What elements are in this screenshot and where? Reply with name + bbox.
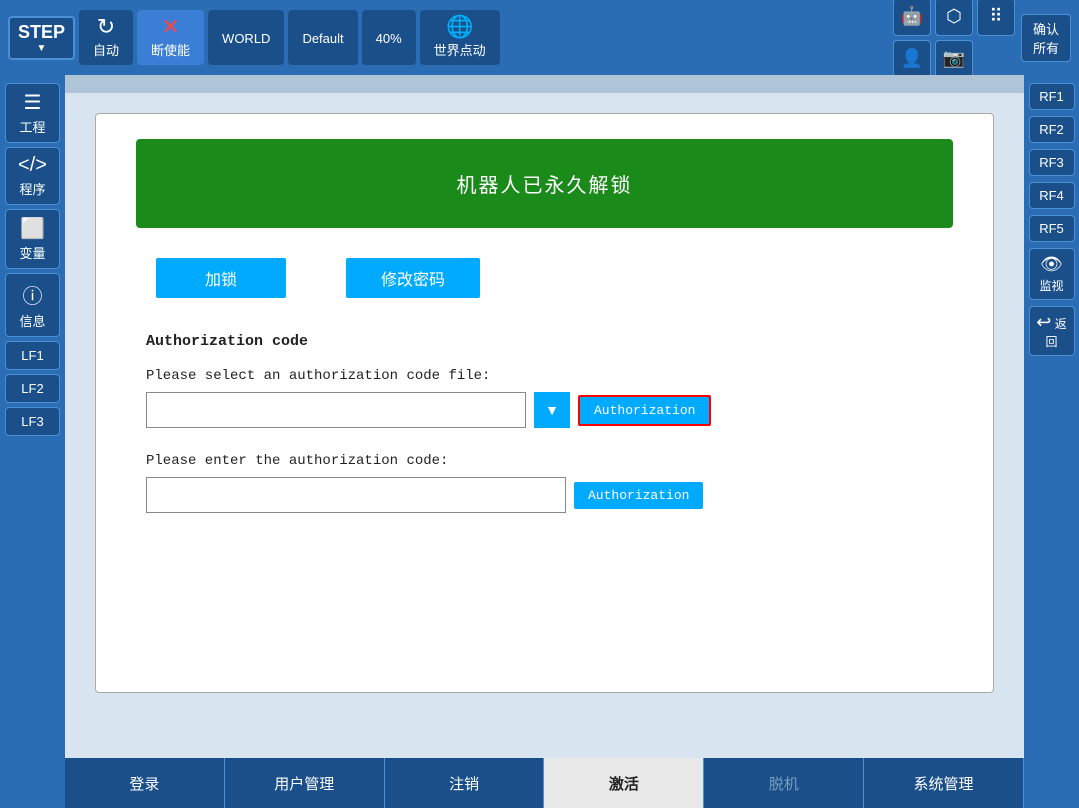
sidebar-item-program[interactable]: </> 程序 bbox=[5, 147, 60, 205]
rf2-label: RF2 bbox=[1039, 122, 1064, 137]
sidebar-item-lf2[interactable]: LF2 bbox=[5, 374, 60, 403]
rf1-label: RF1 bbox=[1039, 89, 1064, 104]
sidebar-item-lf1[interactable]: LF1 bbox=[5, 341, 60, 370]
lf3-label: LF3 bbox=[21, 414, 43, 429]
lock-button[interactable]: 加锁 bbox=[156, 258, 286, 298]
world-label: WORLD bbox=[222, 31, 270, 46]
disable-icon: ✕ bbox=[161, 16, 179, 38]
code-input[interactable] bbox=[146, 477, 566, 513]
sidebar-item-variable[interactable]: ⬜ 变量 bbox=[5, 209, 60, 269]
info-icon: ⓘ bbox=[23, 280, 43, 309]
tab-login[interactable]: 登录 bbox=[65, 758, 225, 808]
disable-button[interactable]: ✕ 断使能 bbox=[137, 10, 204, 65]
sidebar-item-engineering[interactable]: ☰ 工程 bbox=[5, 83, 60, 143]
tab-activate[interactable]: 激活 bbox=[544, 758, 704, 808]
sidebar-item-rf1[interactable]: RF1 bbox=[1029, 83, 1075, 110]
globe-icon: 🌐 bbox=[446, 16, 473, 38]
robot-icon-btn[interactable]: 🤖 bbox=[893, 0, 931, 36]
lf1-label: LF1 bbox=[21, 348, 43, 363]
zoom-button[interactable]: 40% bbox=[362, 10, 416, 65]
left-sidebar: ☰ 工程 </> 程序 ⬜ 变量 ⓘ 信息 LF1 LF2 LF3 bbox=[0, 75, 65, 768]
sidebar-item-rf4[interactable]: RF4 bbox=[1029, 182, 1075, 209]
disable-label: 断使能 bbox=[151, 40, 190, 59]
lf2-label: LF2 bbox=[21, 381, 43, 396]
tab-logout[interactable]: 注销 bbox=[385, 758, 545, 808]
top-right-icons: 🤖 ⬡ ⠿ 👤 📷 确认 所有 bbox=[893, 0, 1071, 78]
monitor-icon: 👁 bbox=[1040, 254, 1063, 275]
file-dropdown-button[interactable]: ▼ bbox=[534, 392, 570, 428]
monitor-button[interactable]: 👁 监视 bbox=[1029, 248, 1075, 300]
action-buttons: 加锁 修改密码 bbox=[136, 258, 953, 298]
sidebar-item-rf5[interactable]: RF5 bbox=[1029, 215, 1075, 242]
engineering-label: 工程 bbox=[19, 117, 45, 136]
sidebar-item-rf3[interactable]: RF3 bbox=[1029, 149, 1075, 176]
monitor-label: 监视 bbox=[1039, 277, 1063, 294]
file-field-row: ▼ Authorization bbox=[146, 392, 953, 428]
sidebar-item-lf3[interactable]: LF3 bbox=[5, 407, 60, 436]
file-select-input[interactable] bbox=[146, 392, 526, 428]
info-label: 信息 bbox=[19, 311, 45, 330]
world-button[interactable]: WORLD bbox=[208, 10, 284, 65]
camera-icon-btn[interactable]: 📷 bbox=[935, 40, 973, 78]
right-sidebar: RF1 RF2 RF3 RF4 RF5 👁 监视 ↩ 返回 bbox=[1024, 75, 1079, 768]
step-arrow: ▼ bbox=[37, 43, 47, 54]
rf3-label: RF3 bbox=[1039, 155, 1064, 170]
change-password-button[interactable]: 修改密码 bbox=[346, 258, 480, 298]
program-icon: </> bbox=[18, 154, 47, 177]
code-authorization-button[interactable]: Authorization bbox=[574, 482, 703, 509]
back-icon: ↩ bbox=[1036, 312, 1051, 332]
tab-offline: 脱机 bbox=[704, 758, 864, 808]
content-panel: 机器人已永久解锁 加锁 修改密码 Authorization code Plea… bbox=[65, 93, 1024, 768]
main-area: 机器人已永久解锁 加锁 修改密码 Authorization code Plea… bbox=[65, 75, 1024, 768]
person-icon-btn[interactable]: 👤 bbox=[893, 40, 931, 78]
refresh-icon: ↻ bbox=[97, 16, 115, 38]
dots-icon-btn[interactable]: ⠿ bbox=[977, 0, 1015, 36]
back-button[interactable]: ↩ 返回 bbox=[1029, 306, 1075, 356]
zoom-label: 40% bbox=[376, 31, 402, 46]
file-authorization-button[interactable]: Authorization bbox=[578, 395, 711, 426]
file-field-label: Please select an authorization code file… bbox=[146, 368, 953, 384]
tab-system-management[interactable]: 系统管理 bbox=[864, 758, 1024, 808]
confirm-all-button[interactable]: 确认 所有 bbox=[1021, 14, 1071, 62]
default-label: Default bbox=[302, 31, 343, 46]
auth-section: Authorization code Please select an auth… bbox=[136, 333, 953, 513]
default-button[interactable]: Default bbox=[288, 10, 357, 65]
tab-user-management[interactable]: 用户管理 bbox=[225, 758, 385, 808]
top-bar: STEP ▼ ↻ 自动 ✕ 断使能 WORLD Default 40% 🌐 世界… bbox=[0, 0, 1079, 75]
engineering-icon: ☰ bbox=[24, 90, 42, 115]
code-field-label: Please enter the authorization code: bbox=[146, 453, 953, 469]
rf5-label: RF5 bbox=[1039, 221, 1064, 236]
variable-label: 变量 bbox=[19, 243, 45, 262]
auto-label: 自动 bbox=[93, 40, 119, 59]
rf4-label: RF4 bbox=[1039, 188, 1064, 203]
sidebar-item-info[interactable]: ⓘ 信息 bbox=[5, 273, 60, 337]
status-text: 机器人已永久解锁 bbox=[457, 175, 633, 197]
auth-section-title: Authorization code bbox=[146, 333, 953, 350]
sub-header bbox=[65, 75, 1024, 93]
step-label: STEP bbox=[18, 22, 65, 43]
world-jog-button[interactable]: 🌐 世界点动 bbox=[420, 10, 500, 65]
world-jog-label: 世界点动 bbox=[434, 40, 486, 59]
step-button[interactable]: STEP ▼ bbox=[8, 16, 75, 60]
program-label: 程序 bbox=[19, 179, 45, 198]
bottom-tab-bar: 登录 用户管理 注销 激活 脱机 系统管理 bbox=[65, 758, 1024, 808]
sidebar-item-rf2[interactable]: RF2 bbox=[1029, 116, 1075, 143]
cube-icon-btn[interactable]: ⬡ bbox=[935, 0, 973, 36]
code-field-row: Authorization bbox=[146, 477, 953, 513]
auto-button[interactable]: ↻ 自动 bbox=[79, 10, 133, 65]
status-banner: 机器人已永久解锁 bbox=[136, 139, 953, 228]
white-panel: 机器人已永久解锁 加锁 修改密码 Authorization code Plea… bbox=[95, 113, 994, 693]
variable-icon: ⬜ bbox=[20, 216, 45, 241]
